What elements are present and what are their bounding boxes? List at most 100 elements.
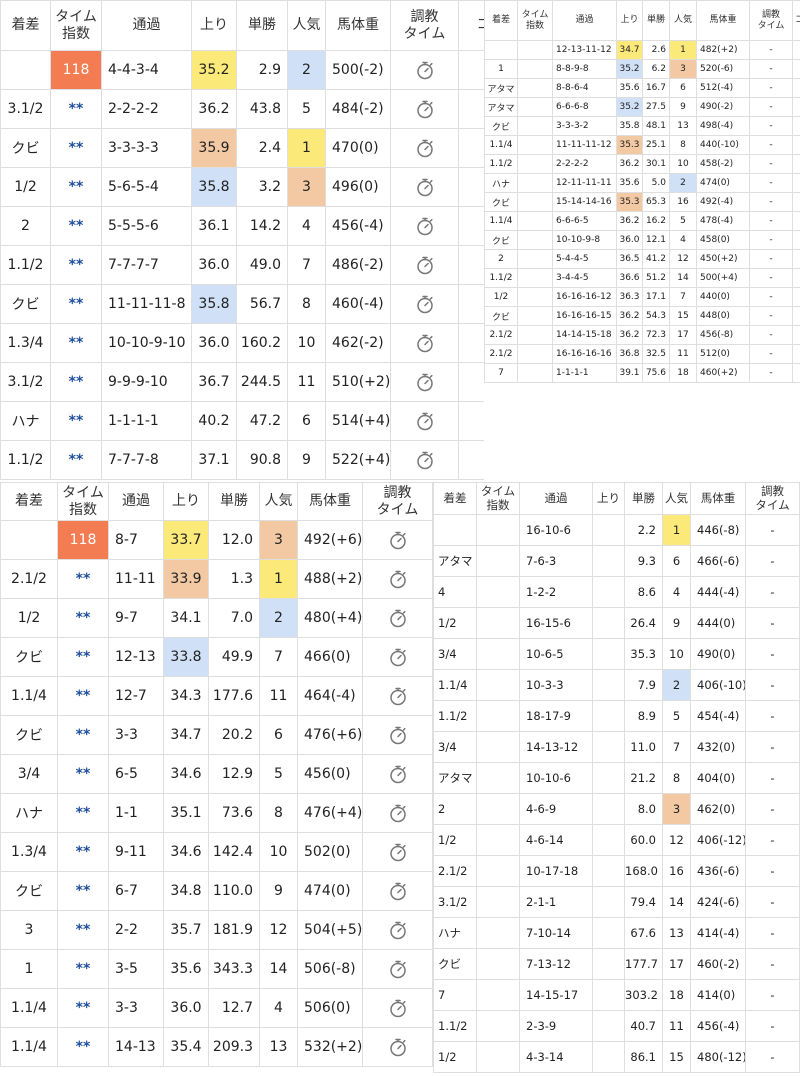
cell-training-time[interactable]: - [745, 545, 800, 577]
cell-training-time[interactable]: - [745, 979, 800, 1011]
cell-training-time[interactable] [362, 988, 433, 1028]
table-row[interactable]: 1.1/2 2-2-2-2 36.2 30.1 10 458(-2) - [484, 154, 800, 174]
cell-training-time[interactable] [362, 559, 433, 599]
cell-training-time[interactable]: - [749, 325, 793, 345]
table-row[interactable]: クビ ** 6-7 34.8 110.0 9 474(0) [0, 871, 433, 911]
table-row[interactable]: アタマ 6-6-6-8 35.2 27.5 9 490(-2) - [484, 97, 800, 117]
table-row[interactable]: 7 14-15-17 303.2 18 414(0) - [433, 979, 800, 1011]
cell-training-time[interactable]: - [745, 731, 800, 763]
cell-training-time[interactable]: - [745, 1010, 800, 1042]
cell-training-time[interactable]: - [749, 97, 793, 117]
cell-training-time[interactable] [362, 832, 433, 872]
stopwatch-icon[interactable] [388, 647, 408, 667]
cell-training-time[interactable]: - [745, 948, 800, 980]
table-row[interactable]: 2 4-6-9 8.0 3 462(0) - [433, 793, 800, 825]
cell-training-time[interactable]: - [749, 306, 793, 326]
table-row[interactable]: 7 1-1-1-1 39.1 75.6 18 460(+2) - [484, 363, 800, 383]
stopwatch-icon[interactable] [388, 569, 408, 589]
cell-training-time[interactable] [362, 598, 433, 638]
cell-training-time[interactable]: - [745, 514, 800, 546]
cell-training-time[interactable]: - [745, 855, 800, 887]
table-row[interactable]: ハナ 12-11-11-11 35.6 5.0 2 474(0) - [484, 173, 800, 193]
table-row[interactable]: 1.1/2 ** 7-7-7-7 36.0 49.0 7 486(-2) [0, 245, 484, 285]
table-row[interactable]: 1.1/4 11-11-11-12 35.3 25.1 8 440(-10) - [484, 135, 800, 155]
table-row[interactable]: 1.1/2 ** 7-7-7-8 37.1 90.8 9 522(+4) [0, 440, 484, 480]
cell-training-time[interactable] [362, 520, 433, 560]
table-row[interactable]: 2.1/2 10-17-18 168.0 16 436(-6) - [433, 855, 800, 887]
table-row[interactable]: 1.1/2 2-3-9 40.7 11 456(-4) - [433, 1010, 800, 1042]
cell-training-time[interactable]: - [749, 78, 793, 98]
cell-training-time[interactable] [362, 715, 433, 755]
cell-training-time[interactable] [362, 871, 433, 911]
table-row[interactable]: ハナ 7-10-14 67.6 13 414(-4) - [433, 917, 800, 949]
stopwatch-icon[interactable] [388, 608, 408, 628]
table-row[interactable]: 3.1/2 ** 2-2-2-2 36.2 43.8 5 484(-2) [0, 89, 484, 129]
cell-training-time[interactable]: - [745, 607, 800, 639]
stopwatch-icon[interactable] [415, 216, 435, 236]
table-row[interactable]: 1.1/4 ** 12-7 34.3 177.6 11 464(-4) [0, 676, 433, 716]
table-row[interactable]: 2 ** 5-5-5-6 36.1 14.2 4 456(-4) [0, 206, 484, 246]
cell-training-time[interactable]: - [749, 363, 793, 383]
cell-training-time[interactable]: - [749, 287, 793, 307]
stopwatch-icon[interactable] [415, 411, 435, 431]
stopwatch-icon[interactable] [388, 764, 408, 784]
table-row[interactable]: 1.1/2 3-4-4-5 36.6 51.2 14 500(+4) - [484, 268, 800, 288]
table-row[interactable]: 1 8-8-9-8 35.2 6.2 3 520(-6) - [484, 59, 800, 79]
table-row[interactable]: 3/4 14-13-12 11.0 7 432(0) - [433, 731, 800, 763]
table-row[interactable]: クビ ** 11-11-11-8 35.8 56.7 8 460(-4) [0, 284, 484, 324]
table-row[interactable]: 1/2 4-3-14 86.1 15 480(-12) - [433, 1041, 800, 1073]
table-row[interactable]: 1/2 ** 9-7 34.1 7.0 2 480(+4) [0, 598, 433, 638]
cell-training-time[interactable] [390, 284, 459, 324]
stopwatch-icon[interactable] [388, 842, 408, 862]
cell-training-time[interactable] [390, 323, 459, 363]
table-row[interactable]: 3.1/2 ** 9-9-9-10 36.7 244.5 11 510(+2) [0, 362, 484, 402]
cell-training-time[interactable] [362, 676, 433, 716]
table-row[interactable]: クビ ** 3-3-3-3 35.9 2.4 1 470(0) [0, 128, 484, 168]
cell-training-time[interactable] [362, 949, 433, 989]
stopwatch-icon[interactable] [415, 99, 435, 119]
table-row[interactable]: 2.1/2 ** 11-11 33.9 1.3 1 488(+2) [0, 559, 433, 599]
table-row[interactable]: クビ 7-13-12 177.7 17 460(-2) - [433, 948, 800, 980]
cell-training-time[interactable]: - [749, 192, 793, 212]
table-row[interactable]: 1 ** 3-5 35.6 343.3 14 506(-8) [0, 949, 433, 989]
table-row[interactable]: ハナ ** 1-1 35.1 73.6 8 476(+4) [0, 793, 433, 833]
stopwatch-icon[interactable] [388, 530, 408, 550]
table-row[interactable]: 1/2 16-15-6 26.4 9 444(0) - [433, 607, 800, 639]
cell-training-time[interactable]: - [745, 638, 800, 670]
stopwatch-icon[interactable] [388, 881, 408, 901]
cell-training-time[interactable] [362, 637, 433, 677]
table-row[interactable]: 2.1/2 14-14-15-18 36.2 72.3 17 456(-8) - [484, 325, 800, 345]
table-row[interactable]: クビ ** 12-13 33.8 49.9 7 466(0) [0, 637, 433, 677]
cell-training-time[interactable] [362, 793, 433, 833]
cell-training-time[interactable]: - [749, 230, 793, 250]
cell-training-time[interactable]: - [745, 762, 800, 794]
table-row[interactable]: クビ 10-10-9-8 36.0 12.1 4 458(0) - [484, 230, 800, 250]
table-row[interactable]: アタマ 8-8-6-4 35.6 16.7 6 512(-4) - [484, 78, 800, 98]
table-row[interactable]: 2.1/2 16-16-16-16 36.8 32.5 11 512(0) - [484, 344, 800, 364]
table-row[interactable]: 16-10-6 2.2 1 446(-8) - [433, 514, 800, 546]
cell-training-time[interactable]: - [749, 154, 793, 174]
cell-training-time[interactable] [390, 245, 459, 285]
cell-training-time[interactable]: - [745, 700, 800, 732]
cell-training-time[interactable]: - [749, 344, 793, 364]
table-row[interactable]: 118 4-4-3-4 35.2 2.9 2 500(-2) [0, 50, 484, 90]
table-row[interactable]: 1.1/4 ** 3-3 36.0 12.7 4 506(0) [0, 988, 433, 1028]
cell-training-time[interactable] [390, 128, 459, 168]
cell-training-time[interactable]: - [749, 173, 793, 193]
table-row[interactable]: 12-13-11-12 34.7 2.6 1 482(+2) - [484, 40, 800, 60]
stopwatch-icon[interactable] [415, 294, 435, 314]
cell-training-time[interactable]: - [745, 886, 800, 918]
cell-training-time[interactable]: - [745, 917, 800, 949]
cell-training-time[interactable]: - [745, 824, 800, 856]
cell-training-time[interactable] [390, 167, 459, 207]
table-row[interactable]: 1/2 ** 5-6-5-4 35.8 3.2 3 496(0) [0, 167, 484, 207]
cell-training-time[interactable] [390, 401, 459, 441]
stopwatch-icon[interactable] [388, 686, 408, 706]
cell-training-time[interactable]: - [749, 40, 793, 60]
stopwatch-icon[interactable] [388, 725, 408, 745]
table-row[interactable]: 1.1/4 10-3-3 7.9 2 406(-10) - [433, 669, 800, 701]
table-row[interactable]: 1.3/4 ** 10-10-9-10 36.0 160.2 10 462(-2) [0, 323, 484, 363]
stopwatch-icon[interactable] [415, 177, 435, 197]
table-row[interactable]: 1.3/4 ** 9-11 34.6 142.4 10 502(0) [0, 832, 433, 872]
table-row[interactable]: ハナ ** 1-1-1-1 40.2 47.2 6 514(+4) [0, 401, 484, 441]
